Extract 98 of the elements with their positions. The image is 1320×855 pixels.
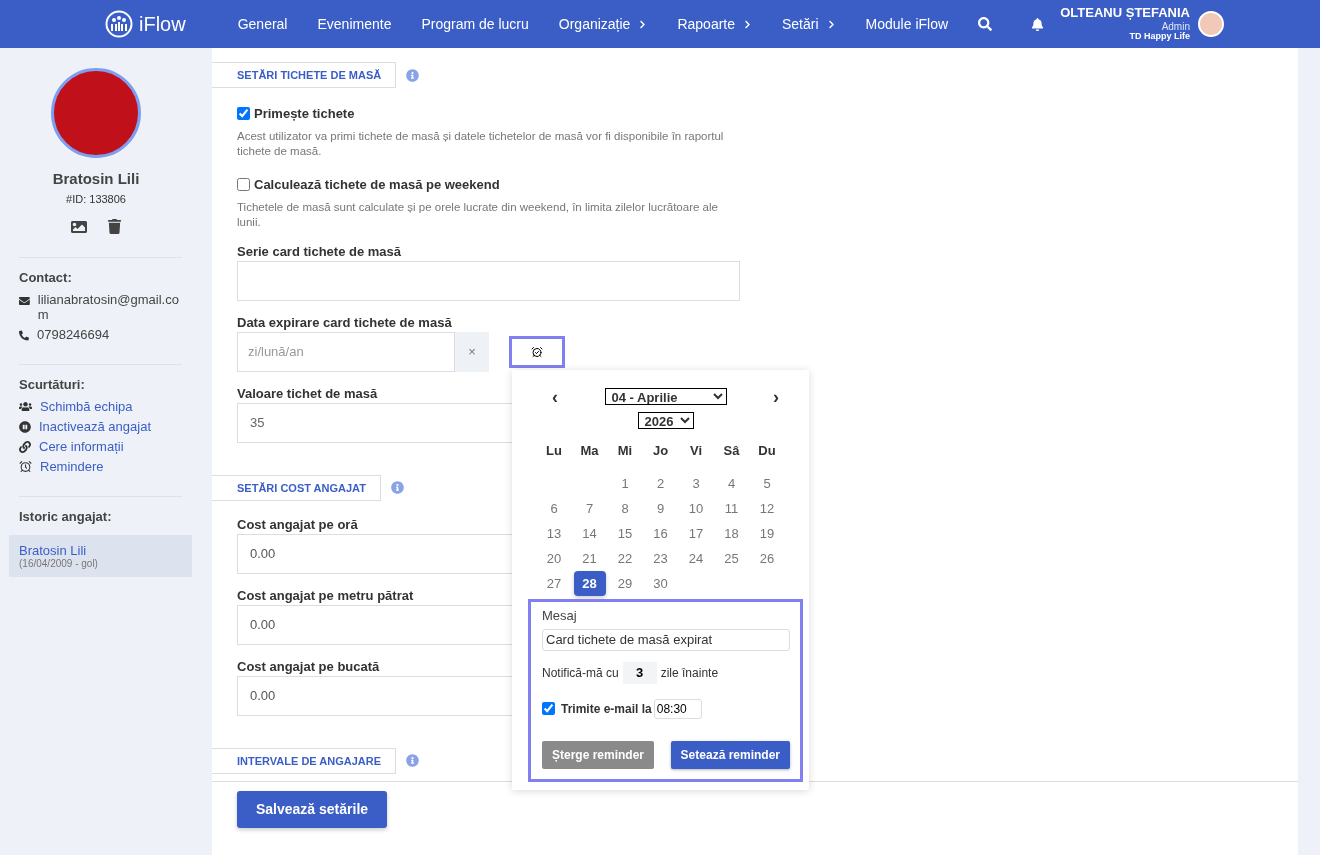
month-select[interactable]: 04 - Aprilie (604, 388, 727, 406)
calendar-day[interactable]: 12 (751, 495, 783, 521)
calendar-day[interactable]: 19 (751, 520, 783, 546)
checkbox-label: Primește tichete (254, 106, 355, 121)
link-icon (19, 440, 31, 453)
checkbox-label: Calculează tichete de masă pe weekend (254, 176, 500, 192)
chevron-icon (826, 19, 836, 29)
shortcut-link[interactable]: Inactivează angajat (39, 419, 152, 434)
section-title: Contact: (19, 270, 73, 285)
company-name: TD Happy Life (1129, 31, 1190, 42)
image-icon[interactable] (70, 219, 87, 235)
clear-button[interactable]: × (455, 331, 489, 372)
nav-link[interactable]: Module iFlow (865, 16, 949, 32)
section-title: Istoric angajat: (19, 509, 113, 524)
shortcut-link[interactable]: Schimbă echipa (40, 399, 133, 414)
chevron-icon (638, 19, 648, 29)
employee-name: Bratosin Lili (51, 170, 141, 187)
alarm-clock-icon (531, 345, 543, 358)
section-title: Scurtături: (19, 377, 86, 392)
option-description: Tichetele de masă sunt calculate și pe orele lucrate din weekend, în limita zilelor lucrătoare ale lunii. (237, 199, 719, 230)
users-icon (19, 400, 32, 413)
checkbox-label: Trimite e-mail la (561, 701, 652, 716)
weekday-label: Vi (689, 442, 703, 460)
logo-text: iFlow (139, 12, 186, 36)
calendar-day[interactable]: 11 (715, 495, 748, 521)
calendar-day[interactable]: 5 (751, 470, 783, 496)
calendar-day[interactable]: 24 (680, 545, 712, 571)
field-label: Valoare tichet de masă (237, 385, 378, 401)
weekday-label: Sâ (723, 442, 740, 460)
calendar-day[interactable]: 28 (573, 570, 606, 596)
chevron-icon (743, 19, 752, 29)
trash-icon[interactable] (106, 219, 122, 234)
nav-link[interactable]: General (237, 16, 288, 32)
history-period: (16/04/2009 - gol) (19, 558, 99, 569)
calendar-day[interactable]: 1 (609, 470, 641, 496)
shortcut-link[interactable]: Cere informații (39, 439, 124, 454)
info-icon (390, 481, 404, 495)
save-button[interactable]: Salvează setările (237, 790, 388, 828)
time-field[interactable]: 08:30 (653, 698, 702, 719)
field-label: Mesaj (542, 607, 578, 623)
option-description: Acest utilizator va primi tichete de masă și datele tichetelor de masă vor fi disponibile în raportul tichete de masă. (237, 129, 725, 159)
email-text: lilianabratosin@gmail.com (37, 292, 180, 322)
history-name[interactable]: Bratosin Lili (19, 543, 182, 558)
message-field[interactable]: Card tichete de masă expirat (542, 628, 790, 651)
calendar-day[interactable]: 21 (573, 545, 606, 571)
reminder-button[interactable]: Setează reminder (670, 740, 790, 769)
calendar-day[interactable]: 7 (573, 495, 606, 521)
phone-text: 0798246694 (36, 327, 111, 342)
next-month-button[interactable]: › (769, 387, 783, 406)
nav-link[interactable]: Organizație (558, 16, 648, 32)
alarm-clock-icon (19, 460, 32, 473)
bell-icon[interactable] (1031, 17, 1045, 31)
calendar-day[interactable]: 10 (680, 495, 712, 521)
envelope-icon (19, 295, 30, 307)
checkbox[interactable] (542, 702, 555, 716)
nav-link[interactable]: Rapoarte (677, 16, 752, 32)
nav-link[interactable]: Program de lucru (421, 16, 529, 32)
info-icon (406, 754, 420, 768)
weekday-label: Mi (617, 442, 633, 460)
checkbox[interactable] (237, 177, 250, 191)
calendar-day[interactable]: 3 (680, 470, 712, 496)
reminder-button[interactable] (509, 335, 565, 368)
calendar-day[interactable]: 2 (644, 470, 677, 496)
user-avatar[interactable] (1198, 11, 1224, 37)
weekday-label: Du (758, 442, 776, 460)
shortcut-link[interactable]: Remindere (40, 459, 104, 474)
user-name: OLTEANU ȘTEFANIA (1060, 6, 1190, 21)
field-label: Cost angajat pe metru pătrat (237, 587, 414, 603)
search-icon[interactable] (978, 17, 993, 31)
pause-icon (19, 420, 31, 433)
info-icon (406, 68, 420, 82)
calendar-day[interactable]: 23 (644, 545, 677, 571)
logo-icon (105, 10, 133, 38)
history-item[interactable]: Bratosin Lili (16/04/2009 - gol) (9, 535, 192, 577)
calendar-day[interactable]: 8 (609, 495, 641, 521)
calendar-day[interactable]: 20 (538, 545, 570, 571)
weekday-label: Lu (546, 442, 562, 460)
calendar-day[interactable]: 26 (751, 545, 783, 571)
calendar-day[interactable]: 22 (609, 545, 641, 571)
weekday-label: Ma (580, 442, 599, 460)
year-select[interactable]: 2026 (637, 411, 694, 429)
input-field[interactable] (237, 260, 740, 301)
days-field[interactable]: 3 (622, 661, 657, 684)
calendar-day[interactable]: 6 (538, 495, 570, 521)
field-label: Cost angajat pe bucată (237, 658, 380, 674)
checkbox[interactable] (237, 107, 250, 120)
employee-id: #ID: 133806 (65, 193, 127, 205)
phone-icon (19, 330, 29, 341)
field-label: Serie card tichete de masă (237, 243, 402, 259)
calendar-day[interactable]: 4 (715, 470, 748, 496)
nav-link[interactable]: Setări (782, 16, 836, 32)
weekday-label: Jo (652, 442, 669, 460)
date-field[interactable]: zi/lună/an (237, 331, 455, 372)
nav-link[interactable]: Evenimente (317, 16, 392, 32)
user-role: Admin (1161, 20, 1190, 32)
field-label: Cost angajat pe oră (237, 516, 358, 532)
calendar-day[interactable]: 9 (644, 495, 677, 521)
field-label: Data expirare card tichete de masă (237, 314, 452, 330)
